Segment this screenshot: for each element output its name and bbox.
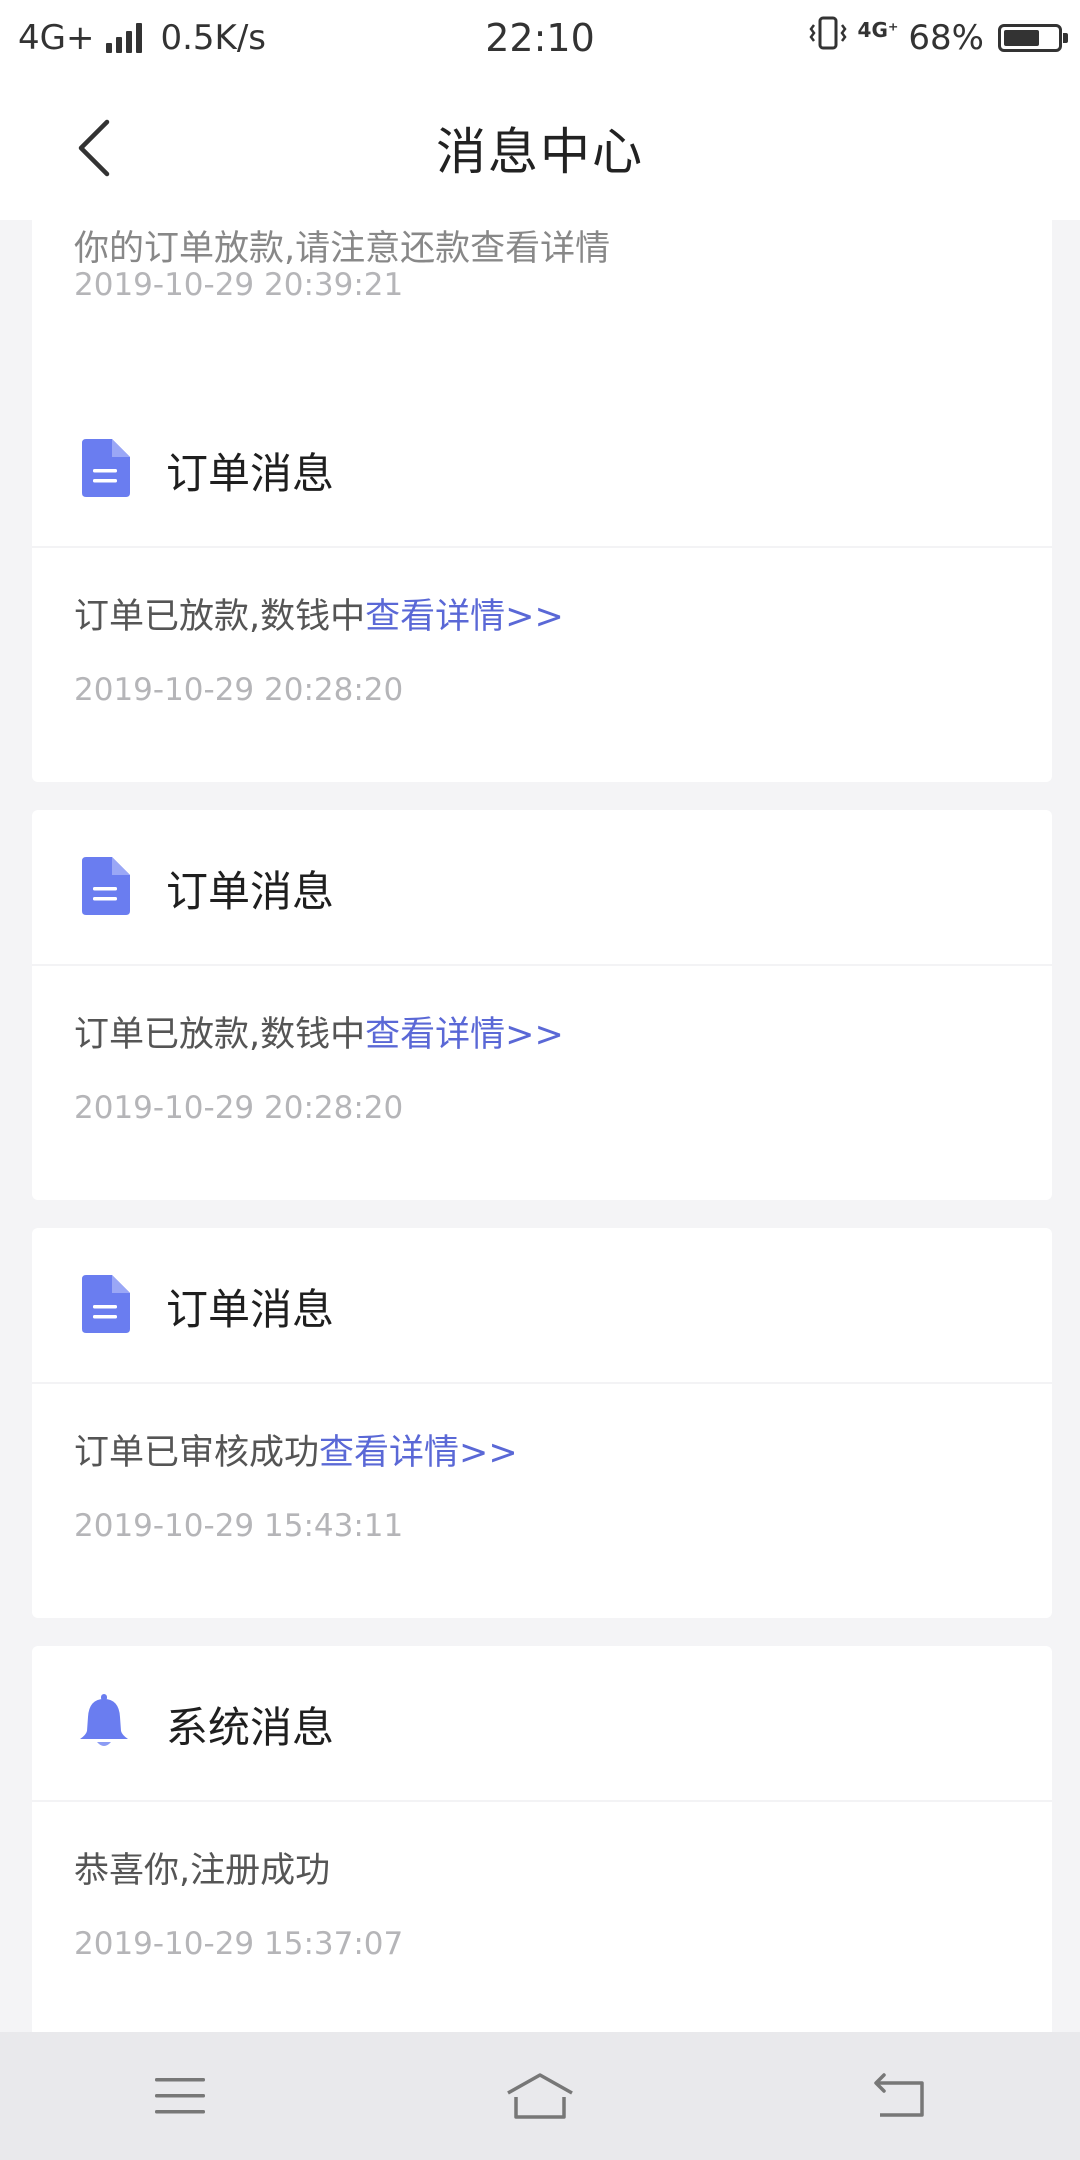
- message-time: 2019-10-29 20:28:20: [74, 672, 404, 708]
- message-text-cut: 你的订单放款,请注意还款查看详情: [74, 229, 611, 269]
- document-icon: [74, 438, 134, 498]
- header-bar: 消息中心: [0, 75, 1080, 220]
- bell-icon: [74, 1692, 134, 1752]
- view-details-link[interactable]: 查看详情>>: [365, 597, 564, 637]
- back-nav-button[interactable]: [845, 2056, 955, 2136]
- message-time: 2019-10-29 20:28:20: [74, 1090, 404, 1126]
- message-card[interactable]: 订单消息 订单已放款,数钱中查看详情>> 2019-10-29 20:28:20: [32, 392, 1052, 782]
- message-card[interactable]: 订单消息 订单已放款,数钱中查看详情>> 2019-10-29 20:28:20: [32, 810, 1052, 1200]
- message-content: 恭喜你,注册成功: [74, 1842, 330, 1893]
- message-type: 订单消息: [166, 1285, 335, 1334]
- battery-percent: 68%: [908, 17, 984, 58]
- message-content: 订单已放款,数钱中查看详情>>: [74, 1006, 564, 1057]
- message-text: 恭喜你,注册成功: [74, 1851, 331, 1891]
- status-left: 4G+ 0.5K/s: [18, 18, 266, 58]
- message-time: 2019-10-29 15:43:11: [74, 1508, 404, 1544]
- message-time: 2019-10-29 20:39:21: [74, 267, 404, 303]
- message-card[interactable]: 订单消息 订单已审核成功查看详情>> 2019-10-29 15:43:11: [32, 1228, 1052, 1618]
- status-bar: 4G+ 0.5K/s 22:10 4G⁺ 68%: [0, 0, 1080, 75]
- message-card[interactable]: 系统消息 恭喜你,注册成功 2019-10-29 15:37:07: [32, 1646, 1052, 2032]
- system-navigation-bar: [0, 2032, 1080, 2160]
- status-right: 4G⁺ 68%: [808, 15, 1068, 60]
- message-text: 订单已放款,数钱中: [74, 1015, 366, 1055]
- message-type: 订单消息: [166, 867, 335, 916]
- vibrate-icon: [808, 15, 848, 60]
- message-card-header: 订单消息: [32, 1228, 1052, 1384]
- document-icon: [74, 856, 134, 916]
- network-type: 4G+: [18, 17, 95, 58]
- message-text: 订单已放款,数钱中: [74, 597, 366, 637]
- message-type: 系统消息: [166, 1703, 335, 1752]
- message-text: 订单已审核成功: [74, 1433, 320, 1473]
- battery-icon: [998, 23, 1068, 52]
- message-card-header: 订单消息: [32, 810, 1052, 966]
- message-content: 订单已审核成功查看详情>>: [74, 1424, 518, 1475]
- document-icon: [74, 1274, 134, 1334]
- signal-icon: [106, 22, 143, 53]
- page-title: 消息中心: [436, 122, 644, 181]
- message-content: 订单已放款,数钱中查看详情>>: [74, 588, 564, 639]
- return-icon: [874, 2073, 924, 2117]
- home-icon: [507, 2073, 573, 2119]
- menu-icon: [155, 2078, 205, 2114]
- message-card-header: 订单消息: [32, 392, 1052, 548]
- battery-fill: [1004, 29, 1040, 46]
- view-details-link[interactable]: 查看详情>>: [319, 1433, 518, 1473]
- back-button[interactable]: [60, 113, 130, 183]
- network-speed: 0.5K/s: [160, 17, 267, 58]
- view-details-link[interactable]: 查看详情>>: [365, 1015, 564, 1055]
- message-type: 订单消息: [166, 449, 335, 498]
- message-card-header: 系统消息: [32, 1646, 1052, 1802]
- menu-button[interactable]: [125, 2056, 235, 2136]
- message-time: 2019-10-29 15:37:07: [74, 1926, 404, 1962]
- mobile-data-indicator: 4G⁺: [857, 17, 899, 42]
- home-button[interactable]: [485, 2056, 595, 2136]
- message-list[interactable]: 你的订单放款,请注意还款查看详情 2019-10-29 20:39:21 订单消…: [0, 220, 1080, 2032]
- back-arrow-icon: [78, 119, 110, 177]
